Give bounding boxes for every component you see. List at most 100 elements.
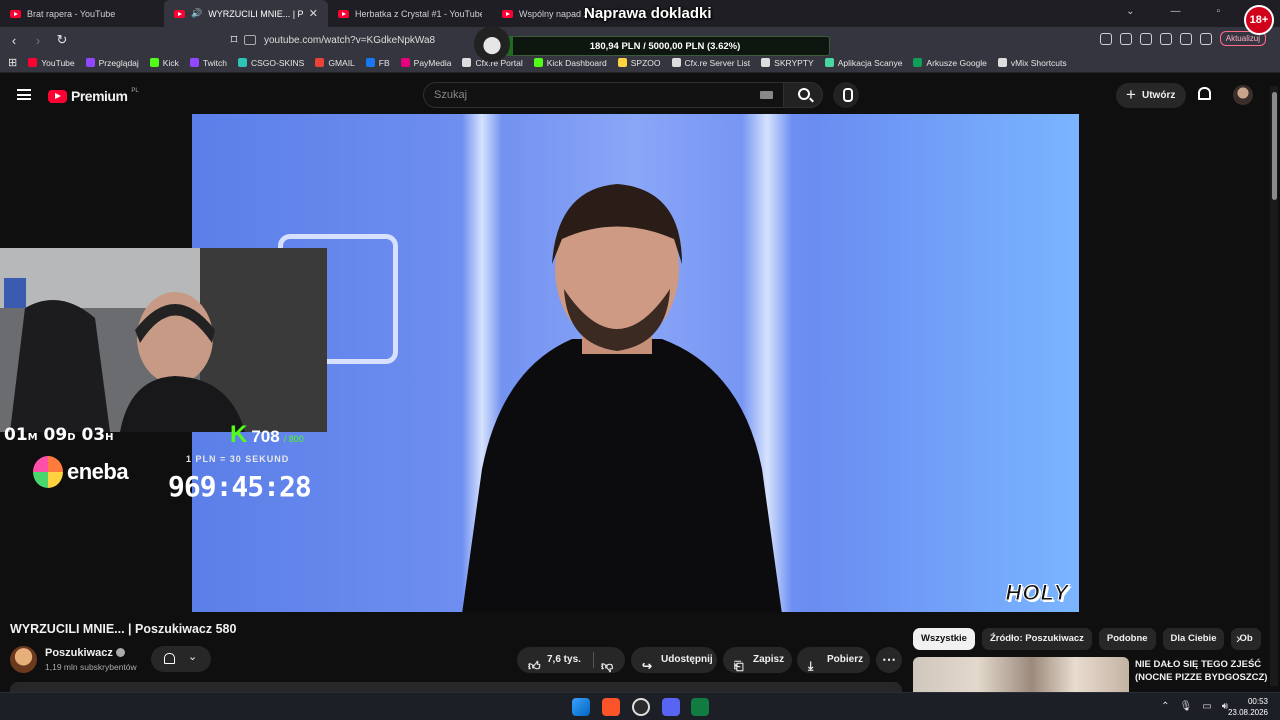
extensions-icon[interactable]: [1099, 32, 1112, 45]
chip[interactable]: Wszystkie: [913, 628, 975, 650]
bookmark-favicon-icon: [533, 58, 543, 67]
minimize-icon[interactable]: —: [1170, 6, 1180, 17]
search-input[interactable]: Szukaj: [423, 82, 787, 108]
avatar[interactable]: [1233, 85, 1253, 105]
bookmark-favicon-icon: [189, 58, 199, 67]
share-button[interactable]: ↪ Udostępnij: [631, 647, 717, 673]
browser-tab[interactable]: Herbatka z Crystal #1 - YouTube: [328, 0, 492, 27]
more-actions-button[interactable]: ⋯: [876, 647, 902, 673]
site-info-icon[interactable]: [244, 35, 256, 45]
windows-taskbar: ⌃ 🎙︎ ▭ 🔊︎ 00:53 23.08.2026: [0, 692, 1280, 720]
search-button[interactable]: [783, 82, 823, 108]
logo-region: PL: [131, 88, 139, 94]
bell-icon: [164, 653, 175, 664]
voice-search-icon[interactable]: [833, 82, 859, 108]
bookmark-item[interactable]: GMAIL: [315, 58, 355, 68]
keyboard-icon[interactable]: [760, 91, 773, 99]
apps-grid-icon[interactable]: ⊞: [8, 56, 17, 69]
eneba-logo-icon: [33, 456, 63, 488]
clock[interactable]: 00:53 23.08.2026: [1228, 696, 1268, 718]
monkey-mascot-icon: [474, 26, 510, 62]
sidebar-icon[interactable]: [1159, 32, 1172, 45]
bookmark-item[interactable]: PayMedia: [400, 58, 451, 68]
close-tab-icon[interactable]: ✕: [309, 7, 318, 20]
reload-icon[interactable]: ↻: [52, 32, 72, 48]
maximize-icon[interactable]: ▫: [1216, 6, 1220, 17]
tab-search-icon[interactable]: ⌄: [1126, 6, 1134, 17]
like-button[interactable]: 👍︎ 7,6 tys. 👎︎: [517, 647, 625, 673]
share-label: Udostępnij: [661, 654, 713, 665]
bookmark-item[interactable]: Cfx.re Server List: [671, 57, 751, 68]
music-icon[interactable]: [1139, 32, 1152, 45]
shield-icon[interactable]: [1199, 32, 1212, 45]
browser-tab-active[interactable]: 🔊 WYRZUCILI MNIE... | Poszukiw ✕: [164, 0, 328, 27]
discord-icon[interactable]: [662, 698, 680, 716]
chip[interactable]: Podobne: [1098, 628, 1156, 650]
channel-avatar[interactable]: [10, 646, 37, 673]
menu-icon[interactable]: [17, 89, 31, 100]
goal-title: Naprawa dokladki: [584, 5, 712, 22]
excel-icon[interactable]: [691, 698, 709, 716]
bookmark-favicon-icon: [462, 58, 472, 67]
bookmark-favicon-icon: [671, 58, 681, 67]
bookmark-item[interactable]: Arkusze Google: [913, 58, 987, 68]
microphone-icon[interactable]: 🎙︎: [1180, 701, 1193, 712]
scrollbar-thumb[interactable]: [1272, 92, 1277, 200]
forward-icon[interactable]: ›: [28, 33, 48, 48]
bookmark-item[interactable]: Kick Dashboard: [533, 58, 607, 68]
bookmark-item[interactable]: Przeglądaj: [85, 58, 139, 68]
bookmark-item[interactable]: Aplikacja Scanye: [824, 58, 902, 68]
thumbs-down-icon[interactable]: 👎︎: [601, 653, 613, 679]
kick-logo-icon: K: [230, 421, 248, 448]
create-button[interactable]: Utwórz: [1116, 82, 1187, 108]
window-controls: ⌄ — ▫: [1126, 6, 1220, 17]
bookmark-favicon-icon: [617, 58, 627, 67]
counter-unit: D: [67, 432, 76, 443]
wallet-icon[interactable]: [1179, 32, 1192, 45]
bookmark-item[interactable]: Twitch: [189, 58, 227, 68]
recommended-thumbnail[interactable]: [913, 657, 1129, 693]
bookmark-item[interactable]: CSGO-SKINS: [237, 58, 304, 68]
tray-chevron-icon[interactable]: ⌃: [1161, 701, 1169, 712]
bookmark-item[interactable]: FB: [365, 57, 390, 68]
age-rating-badge: 18+: [1244, 5, 1274, 35]
webcam-overlay: [0, 248, 327, 432]
toolbar-icons: Aktualizuj: [1099, 31, 1266, 46]
back-icon[interactable]: ‹: [4, 33, 24, 48]
bookmark-item[interactable]: vMix Shortcuts: [997, 58, 1067, 68]
download-button[interactable]: ⤓ Pobierz: [797, 647, 870, 673]
bookmark-label: FB: [378, 57, 390, 68]
bookmark-item[interactable]: SKRYPTY: [761, 58, 814, 68]
screenshot-icon[interactable]: [1119, 32, 1132, 45]
chip[interactable]: Źródło: Poszukiwacz: [981, 628, 1092, 650]
bookmark-item[interactable]: YouTube: [28, 57, 75, 68]
browser-tab[interactable]: Brat rapera - YouTube: [0, 0, 164, 27]
subscribed-button[interactable]: ⌄: [151, 646, 211, 672]
bookmark-label: YouTube: [41, 57, 75, 68]
save-button[interactable]: ⎗ Zapisz: [723, 647, 792, 673]
youtube-header: Premium PL Szukaj Utwórz: [0, 77, 1280, 113]
subscriber-count: 1,19 mln subskrybentów: [45, 662, 137, 672]
bookmark-icon[interactable]: ⌑: [224, 32, 244, 48]
channel-name[interactable]: Poszukiwacz: [45, 647, 125, 659]
bookmark-label: Cfx.re Server List: [684, 57, 751, 68]
system-tray: ⌃ 🎙︎ ▭ 🔊︎: [1161, 701, 1228, 712]
brave-browser-icon[interactable]: [602, 698, 620, 716]
verified-icon: [115, 648, 125, 657]
clock-date: 23.08.2026: [1227, 708, 1268, 717]
start-icon[interactable]: [572, 698, 590, 716]
network-icon[interactable]: ▭: [1202, 701, 1211, 712]
bookmark-item[interactable]: SPZOO: [617, 58, 661, 68]
bookmark-favicon-icon: [761, 58, 771, 67]
share-icon: ↪: [642, 659, 653, 673]
bookmark-favicon-icon: [315, 58, 325, 67]
recommended-title[interactable]: NIE DAŁO SIĘ TEGO ZJEŚĆ (NOCNE PIZZE BYD…: [1135, 658, 1270, 684]
bookmark-item[interactable]: Kick: [149, 58, 179, 68]
chip[interactable]: Dla Ciebie: [1162, 628, 1225, 650]
description-box[interactable]: [10, 682, 902, 692]
obs-icon[interactable]: [632, 698, 650, 716]
kick-counter: K 708 / 800: [230, 421, 304, 449]
notifications-icon[interactable]: [1198, 87, 1211, 100]
chevron-right-icon[interactable]: ›: [1236, 630, 1241, 646]
youtube-logo[interactable]: Premium PL: [48, 88, 139, 104]
